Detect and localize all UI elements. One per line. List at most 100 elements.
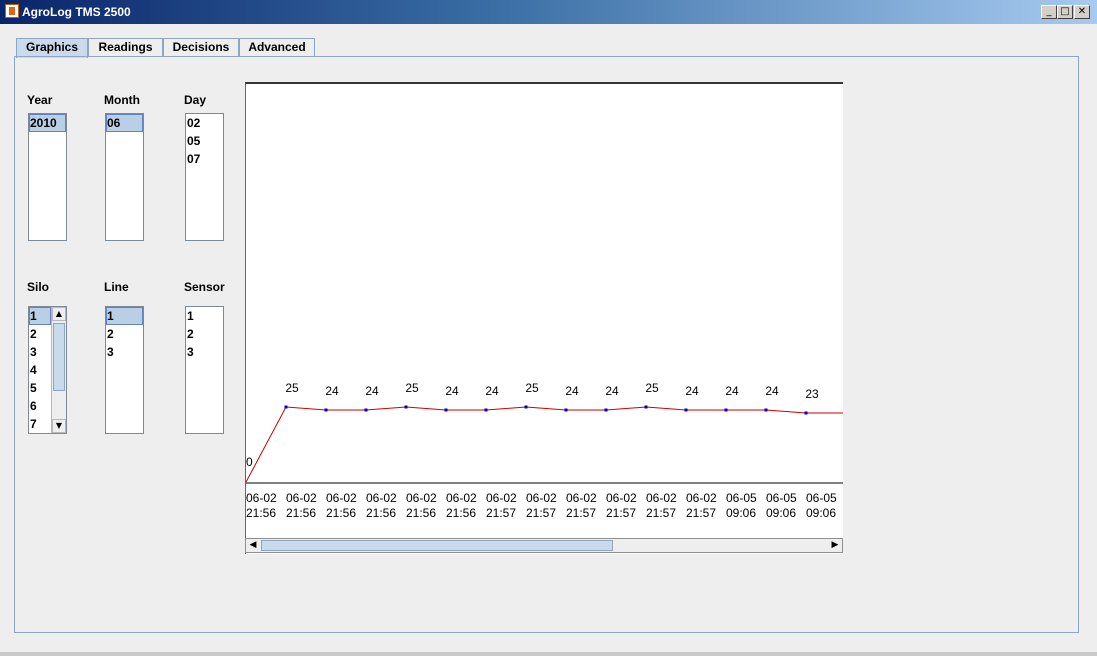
list-item[interactable]: 2	[29, 325, 51, 343]
sensor-list[interactable]: 1 2 3	[185, 306, 224, 434]
list-item[interactable]: 2	[186, 325, 223, 343]
list-item[interactable]: 2010	[29, 114, 66, 132]
x-tick-label-date: 06-02	[246, 491, 277, 505]
x-tick-label-time: 21:57	[486, 506, 516, 520]
x-tick-label-time: 21:57	[606, 506, 636, 520]
tab-decisions[interactable]: Decisions	[163, 38, 239, 57]
title-bar: AgroLog TMS 2500 _ □ ✕	[0, 0, 1097, 24]
x-tick-label-time: 21:56	[246, 506, 276, 520]
data-label: 23	[805, 387, 819, 401]
data-label: 24	[445, 384, 459, 398]
x-tick-label-date: 06-02	[566, 491, 597, 505]
minimize-button[interactable]: _	[1041, 5, 1057, 19]
silo-scrollbar[interactable]: ▲ ▼	[51, 307, 66, 433]
x-tick-label-time: 21:56	[446, 506, 476, 520]
list-item[interactable]: 06	[106, 114, 143, 132]
x-tick-label-date: 06-05	[806, 491, 837, 505]
data-label: 24	[605, 384, 619, 398]
x-tick-label-time: 21:56	[286, 506, 316, 520]
data-point	[324, 408, 328, 412]
list-item[interactable]: 1	[106, 307, 143, 325]
x-tick-label-date: 06-02	[446, 491, 477, 505]
x-tick-label-date: 06-02	[686, 491, 717, 505]
x-tick-label-time: 21:56	[366, 506, 396, 520]
scroll-down-icon[interactable]: ▼	[52, 419, 66, 433]
x-tick-label-date: 06-02	[326, 491, 357, 505]
x-tick-label-time: 21:57	[526, 506, 556, 520]
data-point	[684, 408, 688, 412]
year-label: Year	[27, 93, 53, 107]
x-tick-label-date: 06-02	[286, 491, 317, 505]
window-title: AgroLog TMS 2500	[22, 5, 131, 19]
list-item[interactable]: 3	[29, 343, 51, 361]
day-label: Day	[184, 93, 207, 107]
scroll-thumb[interactable]	[53, 323, 65, 391]
silo-list[interactable]: 1 2 3 4 5 6 7 ▲ ▼	[28, 306, 67, 434]
tab-graphics[interactable]: Graphics	[16, 38, 88, 58]
month-list[interactable]: 06	[105, 113, 144, 241]
list-item[interactable]: 3	[186, 343, 223, 361]
list-item[interactable]: 5	[29, 379, 51, 397]
data-point	[804, 411, 808, 415]
day-list[interactable]: 02 05 07	[185, 113, 224, 241]
tab-readings[interactable]: Readings	[88, 38, 163, 57]
series-line	[246, 406, 843, 483]
data-point	[404, 405, 408, 409]
x-tick-label-time: 21:57	[646, 506, 676, 520]
data-point	[764, 408, 768, 412]
data-label: 24	[485, 384, 499, 398]
data-point	[484, 408, 488, 412]
line-label: Line	[104, 280, 129, 294]
list-item[interactable]: 05	[186, 132, 223, 150]
month-label: Month	[104, 93, 140, 107]
list-item[interactable]: 1	[186, 307, 223, 325]
list-item[interactable]: 7	[29, 415, 51, 433]
chart-area: 0 25 24 24 25 24 24 25 24 24 25 24 24 24 23 06-02 21:56 0…	[245, 82, 843, 554]
data-label: 24	[725, 384, 739, 398]
tab-advanced[interactable]: Advanced	[239, 38, 315, 57]
x-tick-label-time: 09:06	[766, 506, 796, 520]
data-point	[644, 405, 648, 409]
x-tick-label-time: 21:56	[406, 506, 436, 520]
data-label: 25	[405, 381, 419, 395]
line-list[interactable]: 1 2 3	[105, 306, 144, 434]
scroll-thumb[interactable]	[261, 540, 613, 551]
maximize-button[interactable]: □	[1057, 5, 1073, 19]
list-item[interactable]: 6	[29, 397, 51, 415]
data-label: 24	[565, 384, 579, 398]
year-list[interactable]: 2010	[28, 113, 67, 241]
java-app-icon	[5, 4, 19, 18]
data-point	[604, 408, 608, 412]
chart-scrollbar[interactable]: ◀ ▶	[245, 538, 843, 553]
list-item[interactable]: 07	[186, 150, 223, 168]
list-item[interactable]: 02	[186, 114, 223, 132]
list-item[interactable]: 1	[29, 307, 51, 325]
x-tick-label-time: 09:06	[806, 506, 836, 520]
data-label: 24	[685, 384, 699, 398]
x-tick-label-time: 09:06	[726, 506, 756, 520]
main-content: Graphics Readings Decisions Advanced Yea…	[0, 24, 1097, 652]
temperature-chart: 025 24 24 25 24 24 25 24 24 25 24 24 24 2306-0221:560…	[246, 381, 843, 520]
data-point	[284, 405, 288, 409]
data-point	[564, 408, 568, 412]
data-point	[724, 408, 728, 412]
data-point	[524, 405, 528, 409]
close-button[interactable]: ✕	[1074, 5, 1090, 19]
data-point	[444, 408, 448, 412]
x-tick-label-date: 06-02	[646, 491, 677, 505]
scroll-right-icon[interactable]: ▶	[828, 539, 842, 552]
silo-label: Silo	[27, 280, 50, 294]
data-label: 24	[365, 384, 379, 398]
scroll-left-icon[interactable]: ◀	[246, 539, 260, 552]
x-tick-label-date: 06-02	[366, 491, 397, 505]
x-tick-label-date: 06-05	[726, 491, 757, 505]
x-tick-label-time: 21:57	[686, 506, 716, 520]
list-item[interactable]: 3	[106, 343, 143, 361]
list-item[interactable]: 2	[106, 325, 143, 343]
x-tick-label-time: 21:56	[326, 506, 356, 520]
x-tick-label-date: 06-02	[486, 491, 517, 505]
data-point	[364, 408, 368, 412]
x-tick-label-time: 21:57	[566, 506, 596, 520]
list-item[interactable]: 4	[29, 361, 51, 379]
scroll-up-icon[interactable]: ▲	[52, 307, 66, 321]
